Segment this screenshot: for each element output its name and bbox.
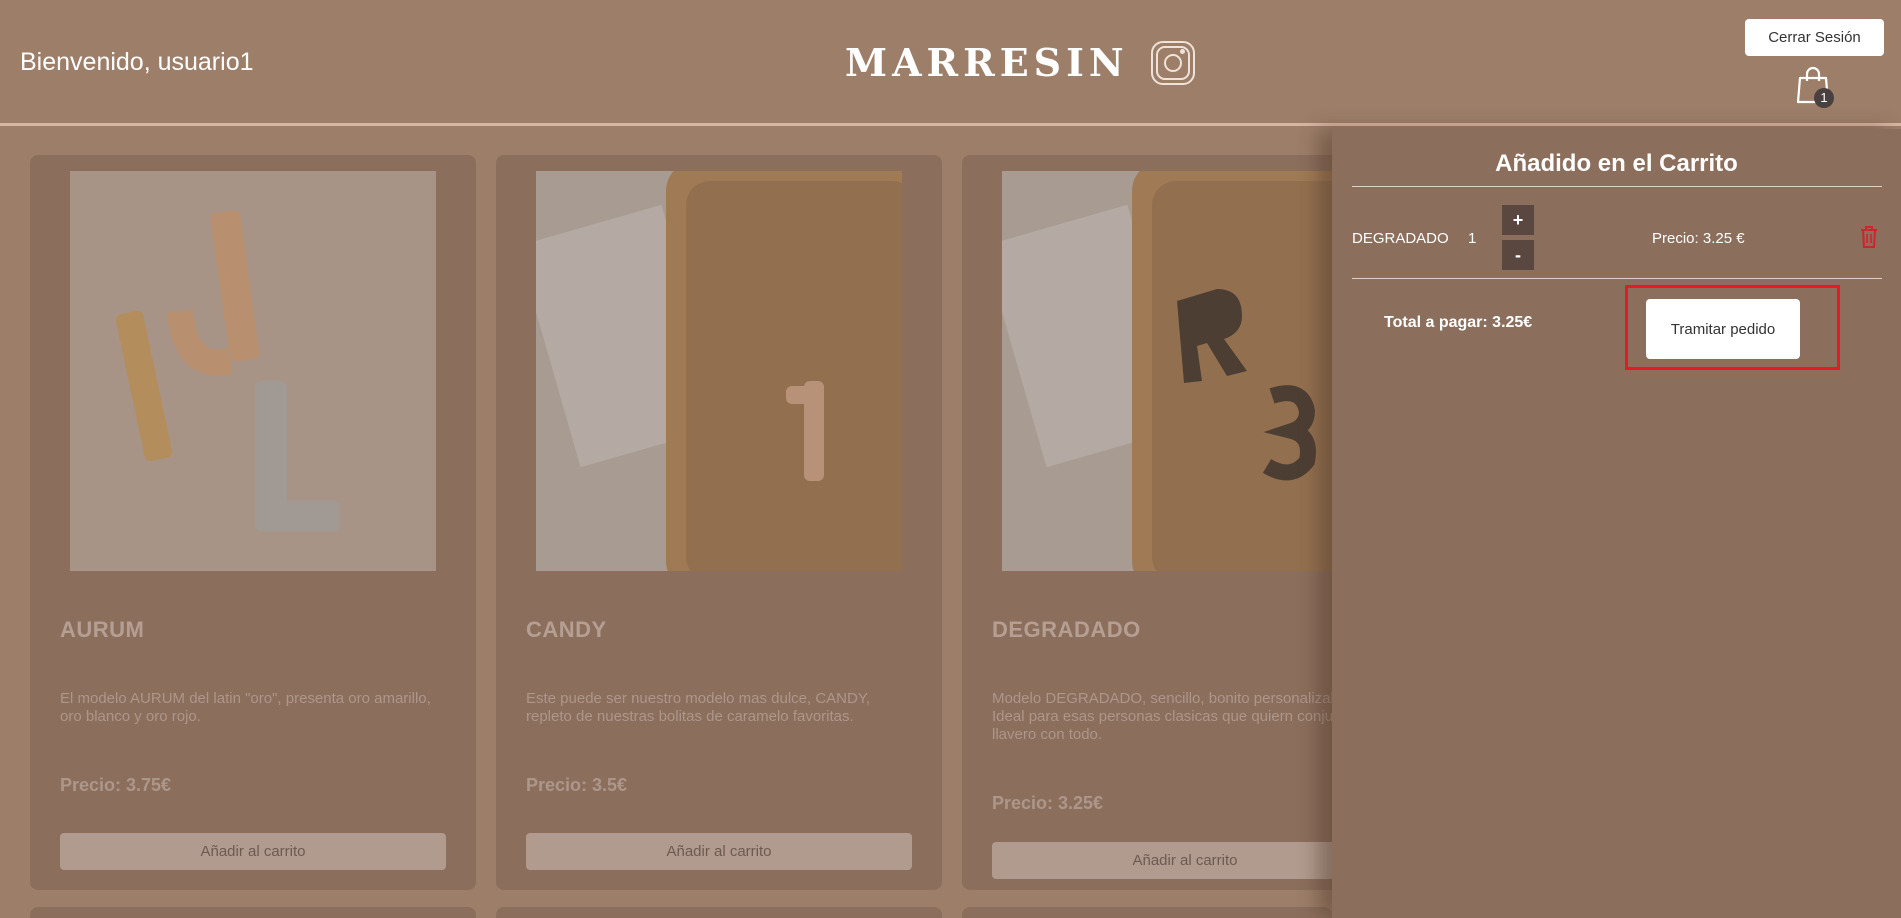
cart-panel-title: Añadido en el Carrito	[1495, 150, 1738, 177]
cart-panel: Añadido en el Carrito DEGRADADO 1 + - Pr…	[1332, 129, 1901, 918]
product-description: Modelo DEGRADADO, sencillo, bonito perso…	[992, 690, 1379, 743]
cart-item-price: Precio: 3.25 €	[1652, 230, 1745, 247]
brand-logo[interactable]: MARRESIN	[845, 40, 1129, 85]
product-title: CANDY	[526, 617, 607, 642]
product-card	[30, 907, 476, 918]
product-price: Precio: 3.25€	[992, 793, 1104, 813]
decrease-quantity-button[interactable]: -	[1502, 240, 1534, 270]
welcome-text: Bienvenido, usuario1	[20, 48, 254, 76]
site-header: Bienvenido, usuario1 MARRESIN Cerrar Ses…	[0, 0, 1901, 126]
cart-item-name: DEGRADADO	[1352, 230, 1449, 247]
product-description: El modelo AURUM del latin "oro", present…	[60, 690, 431, 725]
cart-total: Total a pagar: 3.25€	[1384, 314, 1533, 331]
divider	[1352, 186, 1882, 187]
product-image	[70, 171, 436, 571]
increase-quantity-button[interactable]: +	[1502, 205, 1534, 235]
product-title: AURUM	[60, 617, 145, 642]
logout-button[interactable]: Cerrar Sesión	[1745, 19, 1884, 56]
product-card	[962, 907, 1332, 918]
product-card: CANDY Este puede ser nuestro modelo mas …	[496, 155, 942, 890]
add-to-cart-button[interactable]: Añadir al carrito	[526, 833, 912, 870]
trash-icon[interactable]	[1858, 225, 1880, 249]
brand: MARRESIN	[845, 40, 1195, 85]
divider	[1352, 278, 1882, 279]
product-title: DEGRADADO	[992, 617, 1141, 642]
cart-button[interactable]: 1	[1796, 66, 1838, 110]
instagram-icon[interactable]	[1150, 40, 1195, 85]
cart-item-quantity: 1	[1468, 230, 1477, 247]
add-to-cart-button[interactable]: Añadir al carrito	[60, 833, 446, 870]
product-description: Este puede ser nuestro modelo mas dulce,…	[526, 690, 871, 725]
product-image	[536, 171, 902, 571]
product-image	[1002, 171, 1368, 571]
product-card	[496, 907, 942, 918]
product-price: Precio: 3.5€	[526, 775, 628, 795]
product-price: Precio: 3.75€	[60, 775, 172, 795]
product-card: AURUM El modelo AURUM del latin "oro", p…	[30, 155, 476, 890]
cart-count-badge: 1	[1814, 88, 1834, 108]
checkout-button[interactable]: Tramitar pedido	[1646, 299, 1800, 359]
add-to-cart-button[interactable]: Añadir al carrito	[992, 842, 1378, 879]
